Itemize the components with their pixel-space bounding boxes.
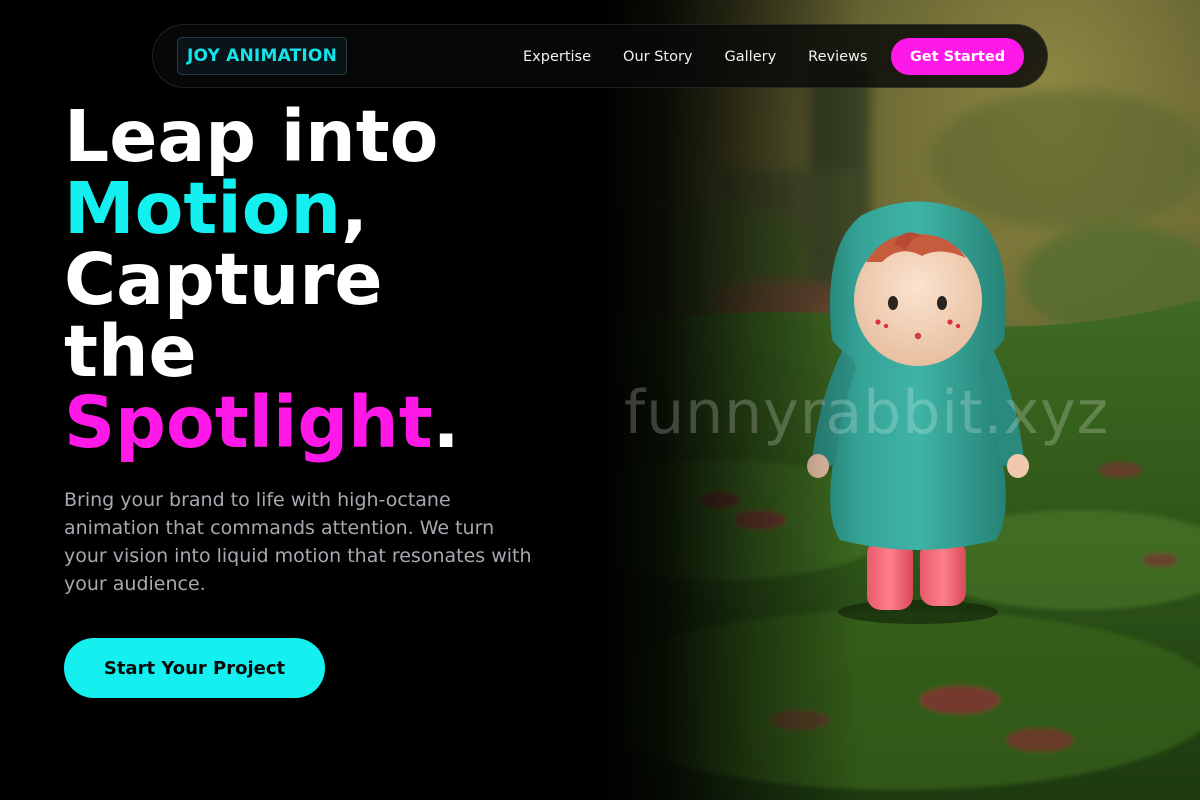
hero-headline: Leap into Motion, Capture the Spotlight. [64,101,584,459]
headline-period: . [432,381,460,464]
nav-link-our-story[interactable]: Our Story [623,49,692,65]
nav-link-reviews[interactable]: Reviews [808,49,867,65]
headline-line-5: Spotlight. [64,387,584,459]
get-started-button[interactable]: Get Started [891,38,1024,75]
start-project-button[interactable]: Start Your Project [64,638,325,698]
headline-line-1: Leap into [64,95,439,178]
nav-link-gallery[interactable]: Gallery [725,49,777,65]
page: funnyrabbit.xyz JOY ANIMATION Expertise … [0,0,1200,800]
headline-line-4: the [64,309,197,393]
image-watermark: funnyrabbit.xyz [624,378,1110,448]
nav-link-expertise[interactable]: Expertise [523,49,591,65]
brand-logo[interactable]: JOY ANIMATION [177,37,347,75]
nav-links: Expertise Our Story Gallery Reviews [523,25,899,89]
headline-accent-spotlight: Spotlight [64,381,433,464]
headline-line-2: Motion, [64,172,584,245]
hero-description: Bring your brand to life with high-octan… [64,489,532,595]
top-nav: JOY ANIMATION Expertise Our Story Galler… [152,24,1048,88]
headline-line-3: Capture [64,238,383,321]
